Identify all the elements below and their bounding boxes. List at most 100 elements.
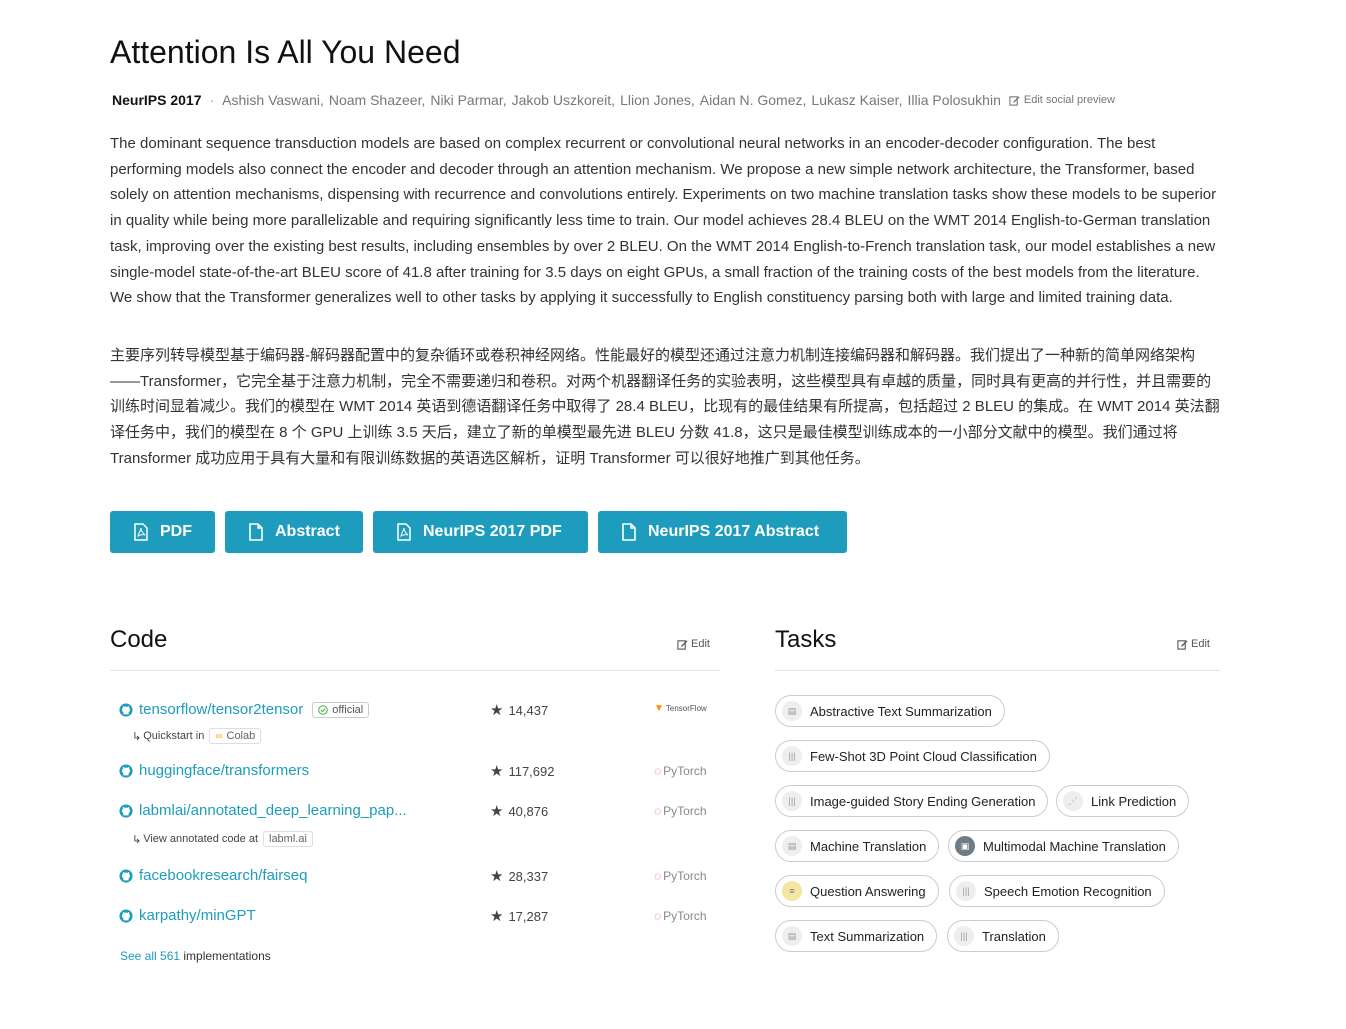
github-icon [119,803,133,818]
star-icon: ★ [490,908,504,925]
task-chip[interactable]: ▤ Machine Translation [775,830,940,862]
framework-pytorch: ◌ PyTorch [654,764,707,778]
task-thumbnail-icon: ▤ [782,836,802,856]
author[interactable]: Llion Jones, [620,92,695,108]
task-chip[interactable]: ⋰ Link Prediction [1056,785,1190,817]
abstract-button-label: Abstract [275,523,340,540]
code-row: karpathy/minGPT ★ 17,287 ◌ PyTorch [110,907,720,931]
colab-link[interactable]: ∞ Colab [209,728,262,744]
tasks-edit-label: Edit [1191,638,1210,650]
sub-arrow-icon: ↳ [132,730,142,743]
repo-link[interactable]: facebookresearch/fairseq [139,867,307,884]
pytorch-icon: ◌ [654,869,662,883]
check-circle-icon [318,704,329,715]
framework-label: PyTorch [663,869,707,883]
star-icon: ★ [490,702,504,719]
edit-social-preview-link[interactable]: Edit social preview [1009,94,1115,106]
code-divider [110,670,720,671]
code-row: huggingface/transformers ★ 117,692 ◌ PyTor… [110,762,720,786]
file-icon [622,523,636,541]
framework-pytorch: ◌ PyTorch [654,869,707,883]
official-badge: official [312,701,370,718]
framework-tensorflow: ▼ TensorFlow [654,703,707,714]
author[interactable]: Lukasz Kaiser, [811,92,902,108]
official-label: official [332,703,364,716]
edit-icon [1177,639,1188,650]
star-count: ★ 17,287 [490,907,548,925]
repo-link[interactable]: tensorflow/tensor2tensor [139,701,303,718]
task-chip[interactable]: ||| Few-Shot 3D Point Cloud Classificati… [775,740,1050,772]
task-chip[interactable]: ≡ Question Answering [775,875,939,907]
pytorch-icon: ◌ [654,764,662,778]
task-label: Multimodal Machine Translation [983,838,1166,854]
author[interactable]: Noam Shazeer, [329,92,426,108]
task-chip[interactable]: ▣ Multimodal Machine Translation [948,830,1179,862]
task-thumbnail-icon: ▣ [955,836,975,856]
annotated-code-row: ↳ View annotated code at labml.ai [132,831,313,847]
repo-link[interactable]: huggingface/transformers [139,762,309,779]
star-count: ★ 40,876 [490,802,548,820]
task-chip[interactable]: ||| Translation [947,920,1059,952]
star-value: 117,692 [508,763,555,779]
repo-link[interactable]: labmlai/annotated_deep_learning_pap... [139,802,407,819]
author[interactable]: Niki Parmar, [430,92,506,108]
sub-arrow-icon: ↳ [132,833,142,846]
annotated-label: View annotated code at [143,833,258,845]
task-label: Image-guided Story Ending Generation [810,793,1036,809]
framework-label: PyTorch [663,804,707,818]
author[interactable]: Aidan N. Gomez, [700,92,807,108]
star-count: ★ 117,692 [490,762,554,780]
framework-pytorch: ◌ PyTorch [654,909,707,923]
task-chip[interactable]: ▤ Abstractive Text Summarization [775,695,1005,727]
edit-social-label: Edit social preview [1023,94,1115,106]
abstract-button[interactable]: Abstract [225,511,363,553]
star-value: 17,287 [508,908,549,924]
see-all-rest: implementations [180,949,271,963]
github-icon [119,702,133,717]
task-label: Text Summarization [810,928,925,944]
paper-links: PDF Abstract NeurIPS 2017 PDF NeurIPS 20… [110,511,857,553]
tasks-edit-link[interactable]: Edit [1177,638,1210,650]
task-thumbnail-icon: ⋰ [1063,791,1083,811]
author[interactable]: Ashish Vaswani, [222,92,324,108]
pdf-button[interactable]: PDF [110,511,215,553]
task-chip[interactable]: ||| Speech Emotion Recognition [949,875,1165,907]
task-label: Abstractive Text Summarization [810,703,992,719]
task-chip[interactable]: ||| Image-guided Story Ending Generation [775,785,1049,817]
pdf-file-icon [134,523,148,541]
venue[interactable]: NeurIPS 2017 [112,92,202,108]
labml-link[interactable]: labml.ai [263,831,313,847]
code-row: facebookresearch/fairseq ★ 28,337 ◌ PyTorc… [110,867,720,891]
repo-link[interactable]: karpathy/minGPT [139,907,256,924]
task-thumbnail-icon: ▤ [782,701,802,721]
task-thumbnail-icon: ||| [782,746,802,766]
star-icon: ★ [490,763,504,780]
github-icon [119,908,133,923]
repo: labmlai/annotated_deep_learning_pap... [119,802,407,819]
author[interactable]: Illia Polosukhin [907,92,1000,108]
repo: facebookresearch/fairseq [119,867,307,884]
task-thumbnail-icon: ||| [956,881,976,901]
task-thumbnail-icon: ||| [782,791,802,811]
paper-meta: NeurIPS 2017 · Ashish Vaswani, Noam Shaz… [110,90,1115,110]
see-all-link[interactable]: See all 561 [120,949,180,963]
file-icon [249,523,263,541]
task-label: Translation [982,928,1046,944]
repo: huggingface/transformers [119,762,309,779]
edit-icon [1009,95,1020,106]
code-edit-label: Edit [691,638,710,650]
code-row: tensorflow/tensor2tensor official ★ 14,43… [110,701,720,725]
quickstart-row: ↳ Quickstart in ∞ Colab [132,728,262,744]
see-all-implementations: See all 561 implementations [120,949,271,963]
task-label: Speech Emotion Recognition [984,883,1152,899]
author[interactable]: Jakob Uszkoreit, [512,92,615,108]
task-chip[interactable]: ▤ Text Summarization [775,920,938,952]
task-label: Few-Shot 3D Point Cloud Classification [810,748,1037,764]
pdf-button-label: PDF [160,523,192,540]
paper-title: Attention Is All You Need [110,34,461,70]
code-edit-link[interactable]: Edit [677,638,710,650]
neurips-pdf-button[interactable]: NeurIPS 2017 PDF [373,511,588,553]
colab-icon: ∞ [215,730,223,742]
neurips-abstract-button[interactable]: NeurIPS 2017 Abstract [598,511,847,553]
star-icon: ★ [490,868,504,885]
